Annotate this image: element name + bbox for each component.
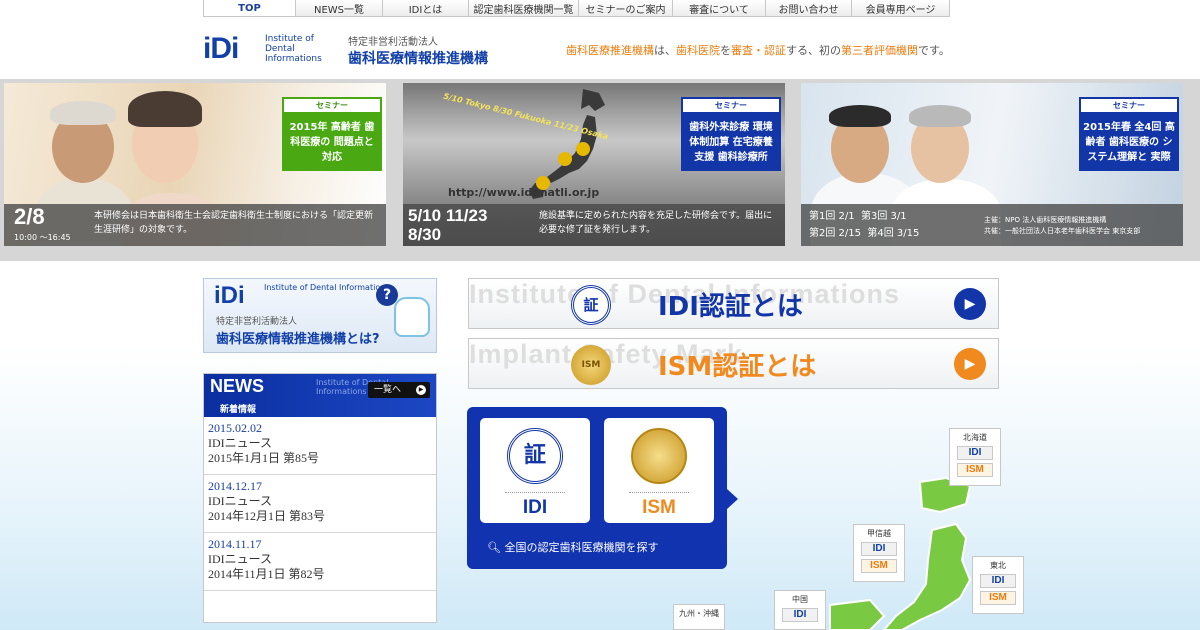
news-category: IDIニュース xyxy=(208,436,273,450)
idi-badge[interactable]: IDI xyxy=(980,574,1016,588)
seminar-url: http://www.idenatli.or.jp xyxy=(448,186,600,199)
seminar-description: 施設基準に定められた内容を充足した研修会です。届出に必要な修了証を発行します。 xyxy=(539,211,773,235)
region-chugoku[interactable]: 中国 IDI xyxy=(774,590,826,630)
japan-region-map: 北海道 IDI ISM 甲信越 IDI ISM 東北 IDI ISM 中国 ID… xyxy=(670,420,1050,630)
region-koshinetsu[interactable]: 甲信越 IDI ISM xyxy=(853,524,905,582)
idi-seal-icon: 証 xyxy=(571,285,611,325)
tab-certified-clinics[interactable]: 認定歯科医療機関一覧 xyxy=(469,0,579,17)
idi-badge[interactable]: IDI xyxy=(861,542,897,556)
region-name: 東北 xyxy=(990,561,1006,570)
news-header: NEWS 新着情報 Institute of Dental Informatio… xyxy=(204,374,436,417)
about-title: 歯科医療情報推進機構とは? xyxy=(216,332,380,347)
news-item[interactable]: 2014.11.17 IDIニュース 2014年11月1日 第82号 xyxy=(204,533,436,591)
banner-info-bar: 第1回 2/1 第3回 3/1 第2回 2/15 第4回 3/15 主催：NPO… xyxy=(801,204,1183,246)
news-title: NEWS xyxy=(210,376,264,396)
region-name: 甲信越 xyxy=(867,529,891,538)
idi-card-label: IDI xyxy=(522,497,548,518)
header-org-name: 歯科医療情報推進機構 xyxy=(348,51,488,67)
seminar-title: 歯科外来診療 環境体制加算 在宅療養支援 歯科診療所 xyxy=(681,114,781,171)
arrow-right-icon: ▶ xyxy=(416,385,426,395)
banner-seminar-facility[interactable]: 5/10 Tokyo 8/30 Fukuoka 11/23 Osaka http… xyxy=(403,83,785,246)
news-headline: 2014年11月1日 第82号 xyxy=(208,567,325,581)
news-category: IDIニュース xyxy=(208,494,273,508)
cert-label: ISM認証とは xyxy=(658,352,817,382)
about-logo-english: Institute of Dental Informations xyxy=(264,283,390,292)
search-icon: 🔍︎ xyxy=(487,541,501,554)
tab-review[interactable]: 審査について xyxy=(673,0,766,17)
seminar-dates: 5/10 11/23 8/30 xyxy=(408,206,488,244)
seminar-card: セミナー 2015年 高齢者 歯科医療の 問題点と対応 xyxy=(282,97,382,171)
divider xyxy=(505,492,565,493)
seminar-card: セミナー 歯科外来診療 環境体制加算 在宅療養支援 歯科診療所 xyxy=(681,97,781,171)
header-tagline: 歯科医療推進機構は、歯科医院を審査・認証する、初の第三者評価機関です。 xyxy=(566,44,950,57)
news-date[interactable]: 2015.02.02 xyxy=(208,421,432,436)
tab-seminars[interactable]: セミナーのご案内 xyxy=(579,0,673,17)
ism-certification-button[interactable]: Implant Safety Mark ISM ISM認証とは ▶ xyxy=(468,338,999,389)
banner-seminar-elderly[interactable]: セミナー 2015年 高齢者 歯科医療の 問題点と対応 2/8 10:00 〜1… xyxy=(4,83,386,246)
idi-logo[interactable]: iDi xyxy=(203,33,239,65)
idi-seal-icon: 証 xyxy=(507,428,563,484)
news-subtitle: 新着情報 xyxy=(220,405,257,415)
tab-members[interactable]: 会員専用ページ xyxy=(852,0,950,17)
search-footer[interactable]: 🔍︎ 全国の認定歯科医療機関を探す xyxy=(487,539,658,555)
about-logo: iDi xyxy=(214,282,245,309)
ism-badge[interactable]: ISM xyxy=(980,591,1016,605)
person-hair-right xyxy=(128,91,202,127)
region-name: 九州・沖縄 xyxy=(679,609,719,618)
about-subtitle: 特定非営利活動法人 xyxy=(216,317,298,327)
banner-seminar-system[interactable]: セミナー 2015年春 全4回 高齢者 歯科医療の システム理解と 実際 第1回… xyxy=(801,83,1183,246)
header-subtitle: 特定非営利活動法人 xyxy=(348,37,438,48)
top-nav: TOP NEWS一覧 IDIとは 認定歯科医療機関一覧 セミナーのご案内 審査に… xyxy=(203,0,950,17)
idi-certification-button[interactable]: Institute of Dental Informations 証 IDI認証… xyxy=(468,278,999,329)
seminar-description: 本研修会は日本歯科衛生士会認定歯科衛生士制度における「認定更新生涯研修」の対象で… xyxy=(94,211,374,235)
region-tohoku[interactable]: 東北 IDI ISM xyxy=(972,556,1024,614)
news-headline: 2014年12月1日 第83号 xyxy=(208,509,326,523)
news-headline: 2015年1月1日 第85号 xyxy=(208,451,320,465)
tab-top[interactable]: TOP xyxy=(203,0,296,17)
seminar-tag: セミナー xyxy=(681,97,781,114)
banner-info-bar: 2/8 10:00 〜16:45 本研修会は日本歯科衛生士会認定歯科衛生士制度に… xyxy=(4,204,386,246)
news-panel: NEWS 新着情報 Institute of Dental Informatio… xyxy=(203,373,437,623)
region-name: 北海道 xyxy=(963,433,987,442)
arrow-right-icon: ▶ xyxy=(954,348,986,380)
news-item[interactable]: 2014.12.17 IDIニュース 2014年12月1日 第83号 xyxy=(204,475,436,533)
news-more-button[interactable]: 一覧へ ▶ xyxy=(368,382,430,398)
logo-english-name: Institute of Dental Informations xyxy=(265,34,322,64)
news-date[interactable]: 2014.11.17 xyxy=(208,537,432,552)
seminar-date: 2/8 xyxy=(14,204,45,229)
tab-news[interactable]: NEWS一覧 xyxy=(296,0,383,17)
banner-info-bar: 5/10 11/23 8/30 施設基準に定められた内容を充足した研修会です。届… xyxy=(403,204,785,246)
tab-idi[interactable]: IDIとは xyxy=(383,0,469,17)
ism-seal-icon: ISM xyxy=(571,345,611,385)
seminar-title: 2015年 高齢者 歯科医療の 問題点と対応 xyxy=(282,114,382,171)
person-hair-right xyxy=(909,105,971,127)
tab-contact[interactable]: お問い合わせ xyxy=(766,0,852,17)
seminar-time: 10:00 〜16:45 xyxy=(14,233,71,242)
region-kyushu-okinawa[interactable]: 九州・沖縄 xyxy=(673,604,725,630)
news-category: IDIニュース xyxy=(208,552,273,566)
region-hokkaido[interactable]: 北海道 IDI ISM xyxy=(949,428,1001,486)
about-idi-button[interactable]: iDi Institute of Dental Informations 特定非… xyxy=(203,278,437,353)
seminar-organizers: 主催：NPO 法人歯科医療情報推進機構 共催：一般社団法人日本老年歯科医学会 東… xyxy=(984,216,1141,235)
region-name: 中国 xyxy=(792,595,808,604)
idi-badge[interactable]: IDI xyxy=(957,446,993,460)
news-date[interactable]: 2014.12.17 xyxy=(208,479,432,494)
seminar-sessions: 第1回 2/1 第3回 3/1 第2回 2/15 第4回 3/15 xyxy=(809,211,920,239)
person-hair-left xyxy=(50,101,116,125)
ism-badge[interactable]: ISM xyxy=(861,559,897,573)
search-footer-label: 全国の認定歯科医療機関を探す xyxy=(504,541,659,554)
seminar-tag: セミナー xyxy=(1079,97,1179,114)
cert-label: IDI認証とは xyxy=(658,292,803,322)
person-hair-left xyxy=(829,105,891,127)
seminar-title: 2015年春 全4回 高齢者 歯科医療の システム理解と 実際 xyxy=(1079,114,1179,171)
seminar-tag: セミナー xyxy=(282,97,382,114)
arrow-right-icon: ▶ xyxy=(954,288,986,320)
news-item[interactable]: 2015.02.02 IDIニュース 2015年1月1日 第85号 xyxy=(204,417,436,475)
seminar-card: セミナー 2015年春 全4回 高齢者 歯科医療の システム理解と 実際 xyxy=(1079,97,1179,171)
tooth-icon xyxy=(394,297,430,337)
idi-search-card[interactable]: 証 IDI xyxy=(480,418,590,523)
ism-badge[interactable]: ISM xyxy=(957,463,993,477)
idi-badge[interactable]: IDI xyxy=(782,608,818,622)
